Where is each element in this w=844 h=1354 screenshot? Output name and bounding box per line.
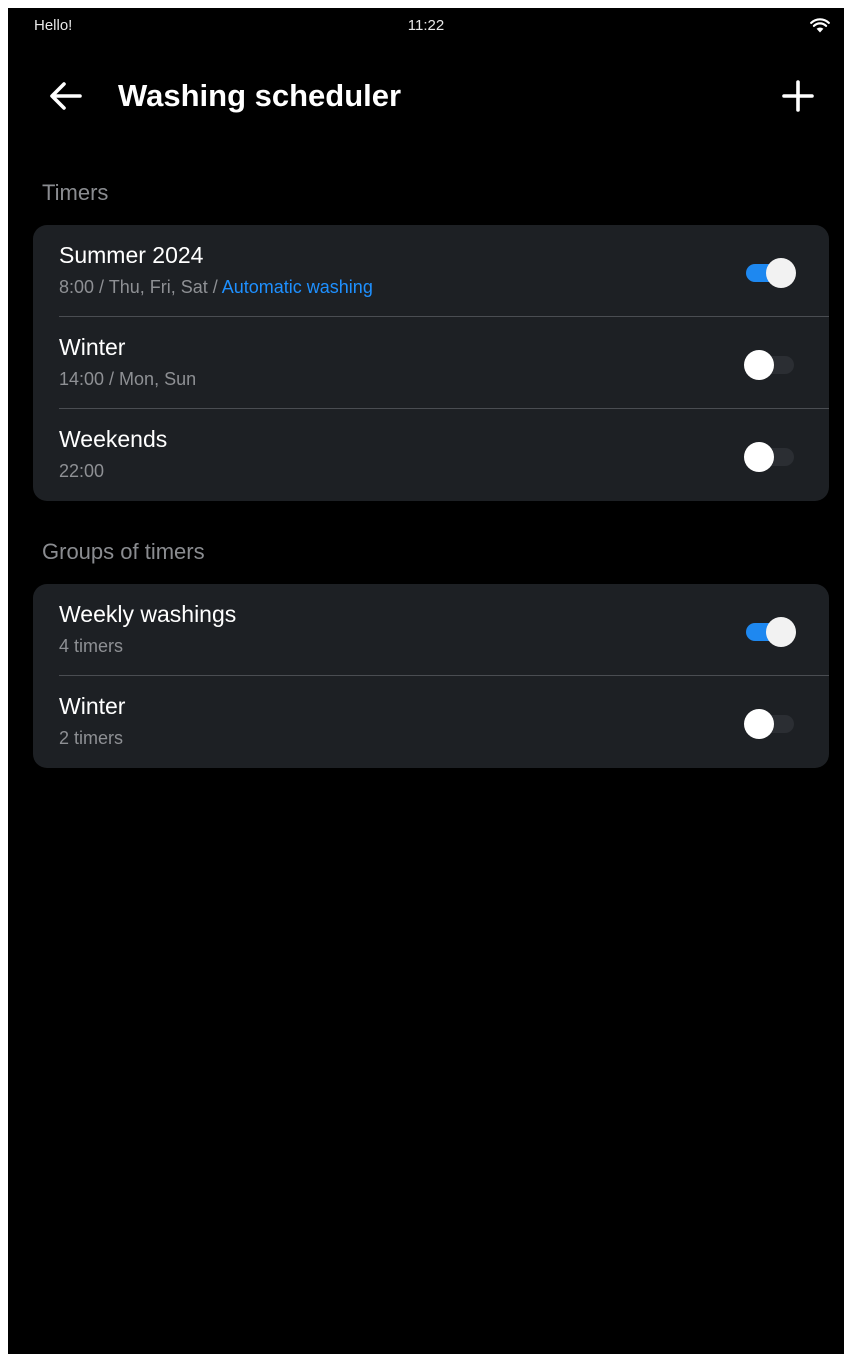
- timer-details: 14:00 / Mon, Sun: [59, 369, 197, 389]
- group-name: Weekly washings: [59, 601, 237, 627]
- group-row-winter[interactable]: Winter 2 timers: [33, 676, 829, 768]
- timer-toggle[interactable]: [744, 350, 796, 380]
- arrow-left-icon[interactable]: [46, 76, 86, 116]
- timer-toggle[interactable]: [744, 442, 796, 472]
- timer-name: Summer 2024: [59, 242, 204, 268]
- timers-card: Summer 2024 8:00 / Thu, Fri, Sat / Autom…: [33, 225, 829, 501]
- timer-row-weekends[interactable]: Weekends 22:00: [33, 409, 829, 501]
- timer-name: Weekends: [59, 426, 168, 452]
- app-bar: Washing scheduler: [8, 68, 844, 124]
- group-name: Winter: [59, 693, 126, 719]
- group-row-weekly-washings[interactable]: Weekly washings 4 timers: [33, 584, 829, 676]
- toggle-thumb: [744, 442, 774, 472]
- toggle-thumb: [766, 617, 796, 647]
- groups-card: Weekly washings 4 timers Winter 2 timers: [33, 584, 829, 768]
- group-toggle[interactable]: [744, 709, 796, 739]
- toggle-thumb: [744, 350, 774, 380]
- group-details: 4 timers: [59, 636, 124, 656]
- page-title: Washing scheduler: [118, 78, 402, 113]
- section-title-timers: Timers: [42, 180, 109, 205]
- toggle-thumb: [766, 258, 796, 288]
- timer-schedule: 8:00 / Thu, Fri, Sat /: [59, 277, 222, 297]
- status-time: 11:22: [407, 17, 445, 34]
- group-details: 2 timers: [59, 728, 124, 748]
- timer-row-summer-2024[interactable]: Summer 2024 8:00 / Thu, Fri, Sat / Autom…: [33, 225, 829, 317]
- wifi-icon: [810, 18, 830, 33]
- plus-icon[interactable]: [778, 76, 818, 116]
- timer-row-winter[interactable]: Winter 14:00 / Mon, Sun: [33, 317, 829, 409]
- group-toggle[interactable]: [744, 617, 796, 647]
- automatic-washing-link[interactable]: Automatic washing: [222, 277, 373, 297]
- timer-toggle[interactable]: [744, 258, 796, 288]
- section-title-groups: Groups of timers: [42, 539, 205, 564]
- timer-name: Winter: [59, 334, 126, 360]
- timer-details: 8:00 / Thu, Fri, Sat / Automatic washing: [59, 277, 373, 298]
- toggle-thumb: [744, 709, 774, 739]
- timer-details: 22:00: [59, 461, 105, 481]
- status-bar: Hello! 11:22: [8, 8, 844, 42]
- screen: Hello! 11:22 Washing scheduler Timers Su…: [8, 8, 844, 1354]
